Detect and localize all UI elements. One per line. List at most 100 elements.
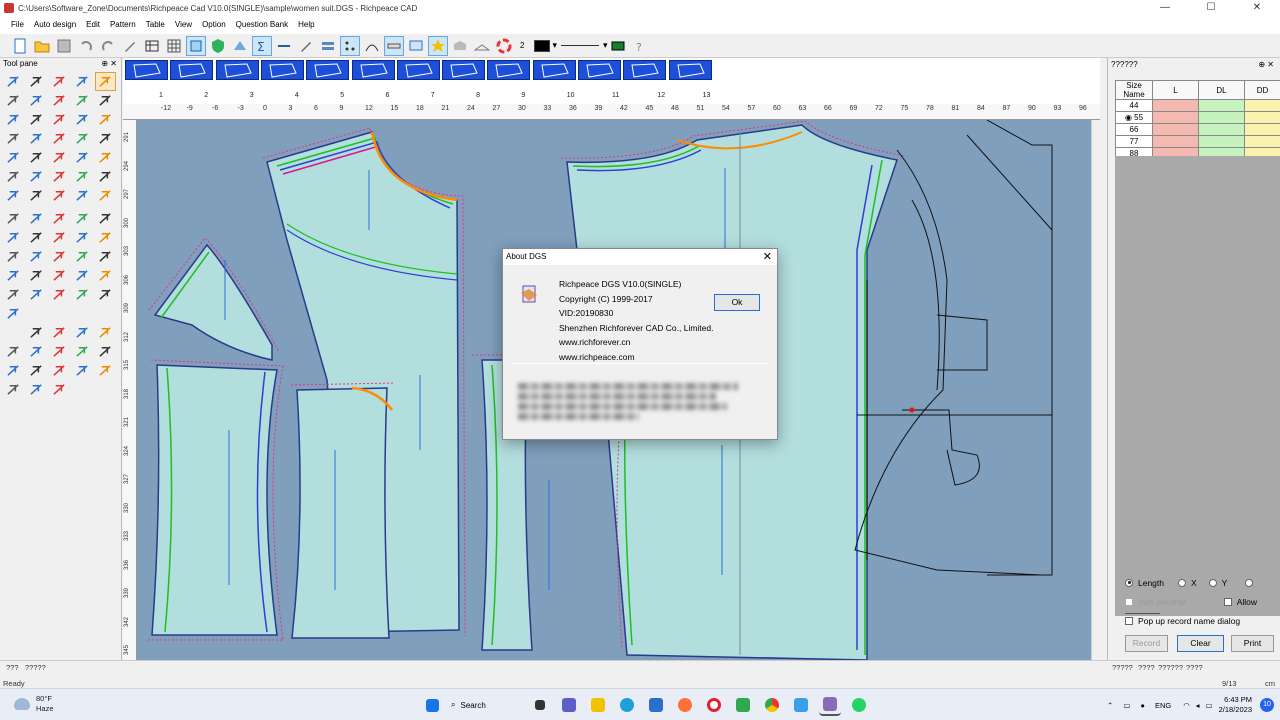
- menu-table[interactable]: Table: [141, 16, 170, 34]
- piece-thumbnail[interactable]: [351, 60, 395, 80]
- stack-icon[interactable]: [318, 36, 338, 56]
- size-cell[interactable]: [1244, 135, 1280, 148]
- jar-tool-icon[interactable]: [49, 167, 70, 186]
- pants-tool-icon[interactable]: [72, 266, 93, 285]
- layout-icon[interactable]: [406, 36, 426, 56]
- battery-icon[interactable]: ▭: [1206, 701, 1213, 710]
- record-button[interactable]: Record: [1125, 635, 1168, 652]
- curve-tool-icon[interactable]: [72, 186, 93, 205]
- point-tool-icon[interactable]: [26, 186, 47, 205]
- menu-edit[interactable]: Edit: [81, 16, 105, 34]
- popup-record-checkbox[interactable]: [1125, 616, 1133, 625]
- edge-icon[interactable]: [616, 694, 638, 716]
- layer-icon[interactable]: [608, 36, 628, 56]
- menu-view[interactable]: View: [170, 16, 197, 34]
- table-row[interactable]: 44: [1115, 99, 1280, 112]
- table-row-selected[interactable]: ◉ 55: [1115, 111, 1280, 124]
- size-cell[interactable]: [1152, 123, 1199, 136]
- spiral-tool-icon[interactable]: [95, 129, 116, 148]
- redo-icon[interactable]: [98, 36, 118, 56]
- firefox-icon[interactable]: [674, 694, 696, 716]
- curve-tool-icon[interactable]: [72, 323, 93, 342]
- size-cell[interactable]: [1152, 135, 1199, 148]
- dart-tool-icon[interactable]: [72, 91, 93, 110]
- maximize-button[interactable]: ☐: [1188, 0, 1234, 16]
- language-indicator[interactable]: ENG: [1155, 701, 1171, 710]
- measure-icon[interactable]: [274, 36, 294, 56]
- brush-icon[interactable]: [296, 36, 316, 56]
- arc-tool-icon[interactable]: [26, 91, 47, 110]
- pane-tab[interactable]: ?????: [25, 663, 46, 672]
- curve-tool-icon[interactable]: [72, 72, 93, 91]
- notepad-icon[interactable]: [790, 694, 812, 716]
- piece-thumbnail[interactable]: [532, 60, 576, 80]
- pencil-tool-icon[interactable]: [95, 91, 116, 110]
- cut-tool-icon[interactable]: [72, 228, 93, 247]
- menu-pattern[interactable]: Pattern: [105, 16, 141, 34]
- scissors-tool-icon[interactable]: [49, 91, 70, 110]
- file-explorer-icon[interactable]: [587, 694, 609, 716]
- link-tool-icon[interactable]: [72, 167, 93, 186]
- clock[interactable]: 6:43 PM 2/18/2023: [1219, 695, 1252, 715]
- stripe-tool-icon[interactable]: [3, 148, 24, 167]
- color-wheel-icon[interactable]: [494, 36, 514, 56]
- pencil-tool-icon[interactable]: [95, 209, 116, 228]
- undo-icon[interactable]: [76, 36, 96, 56]
- weather-widget[interactable]: 80°F Haze: [14, 694, 54, 714]
- dart-tool-icon[interactable]: [72, 342, 93, 361]
- t-letter-tool-icon[interactable]: [3, 167, 24, 186]
- cut-tool-icon[interactable]: [72, 361, 93, 380]
- open-folder-icon[interactable]: [32, 36, 52, 56]
- close-button[interactable]: ✕: [1234, 0, 1280, 16]
- corner-tool-icon[interactable]: [3, 110, 24, 129]
- keyboard-icon[interactable]: ▭: [1123, 701, 1130, 710]
- slash-tool-icon[interactable]: [49, 247, 70, 266]
- menu-auto-design[interactable]: Auto design: [29, 16, 81, 34]
- line-tool-icon[interactable]: [49, 72, 70, 91]
- minimize-button[interactable]: —: [1142, 0, 1188, 16]
- text-tool-icon[interactable]: [95, 361, 116, 380]
- menu-file[interactable]: File: [6, 16, 29, 34]
- size-cell[interactable]: [1198, 135, 1245, 148]
- t-letter-tool-icon[interactable]: [3, 285, 24, 304]
- size-cell[interactable]: [1198, 111, 1245, 124]
- pen-tool-icon[interactable]: [120, 36, 140, 56]
- circle-tool-icon[interactable]: [26, 228, 47, 247]
- pen-tool-icon[interactable]: [95, 323, 116, 342]
- dart-tool-icon[interactable]: [72, 209, 93, 228]
- pattern-piece-side[interactable]: [290, 382, 394, 639]
- select-piece-icon[interactable]: [186, 35, 206, 56]
- slash-tool-icon[interactable]: [49, 380, 70, 399]
- website-line[interactable]: www.richpeace.com: [559, 350, 714, 365]
- ruler-icon[interactable]: [384, 35, 404, 56]
- bezier-tool-icon[interactable]: [49, 110, 70, 129]
- ruler-tool-icon[interactable]: [3, 91, 24, 110]
- arc-tool-icon[interactable]: [26, 209, 47, 228]
- menu-help[interactable]: Help: [293, 16, 319, 34]
- task-view-icon[interactable]: [529, 694, 551, 716]
- bezier-tool-icon[interactable]: [49, 361, 70, 380]
- pants-tool-icon[interactable]: [72, 148, 93, 167]
- pattern-piece-front-lower[interactable]: [147, 359, 284, 641]
- cut-tool-icon[interactable]: [72, 110, 93, 129]
- mirror-tool-icon[interactable]: [26, 380, 47, 399]
- pane-tab[interactable]: ??????: [1158, 663, 1183, 672]
- scissors-tool-icon[interactable]: [49, 209, 70, 228]
- ellipse-tool-icon[interactable]: [3, 247, 24, 266]
- chevron-down-icon[interactable]: ▾: [552, 40, 557, 51]
- tray-overflow-icon[interactable]: ⌃: [1107, 701, 1113, 710]
- pattern-piece-collar[interactable]: [148, 237, 280, 361]
- arrow-tool-icon[interactable]: [3, 304, 24, 323]
- ellipse-tool-icon[interactable]: [3, 129, 24, 148]
- wave-tool-icon[interactable]: [95, 266, 116, 285]
- pieces-icon[interactable]: [230, 36, 250, 56]
- wifi-icon[interactable]: ◠: [1183, 701, 1190, 710]
- link-tool-icon[interactable]: [72, 285, 93, 304]
- table-icon[interactable]: [142, 36, 162, 56]
- ellipse-tool-icon[interactable]: [3, 380, 24, 399]
- points-icon[interactable]: [340, 35, 360, 56]
- corner-tool-icon[interactable]: [3, 228, 24, 247]
- size-cell[interactable]: [1198, 123, 1245, 136]
- grid-icon[interactable]: [164, 36, 184, 56]
- pane-tab[interactable]: ?????: [1112, 663, 1133, 672]
